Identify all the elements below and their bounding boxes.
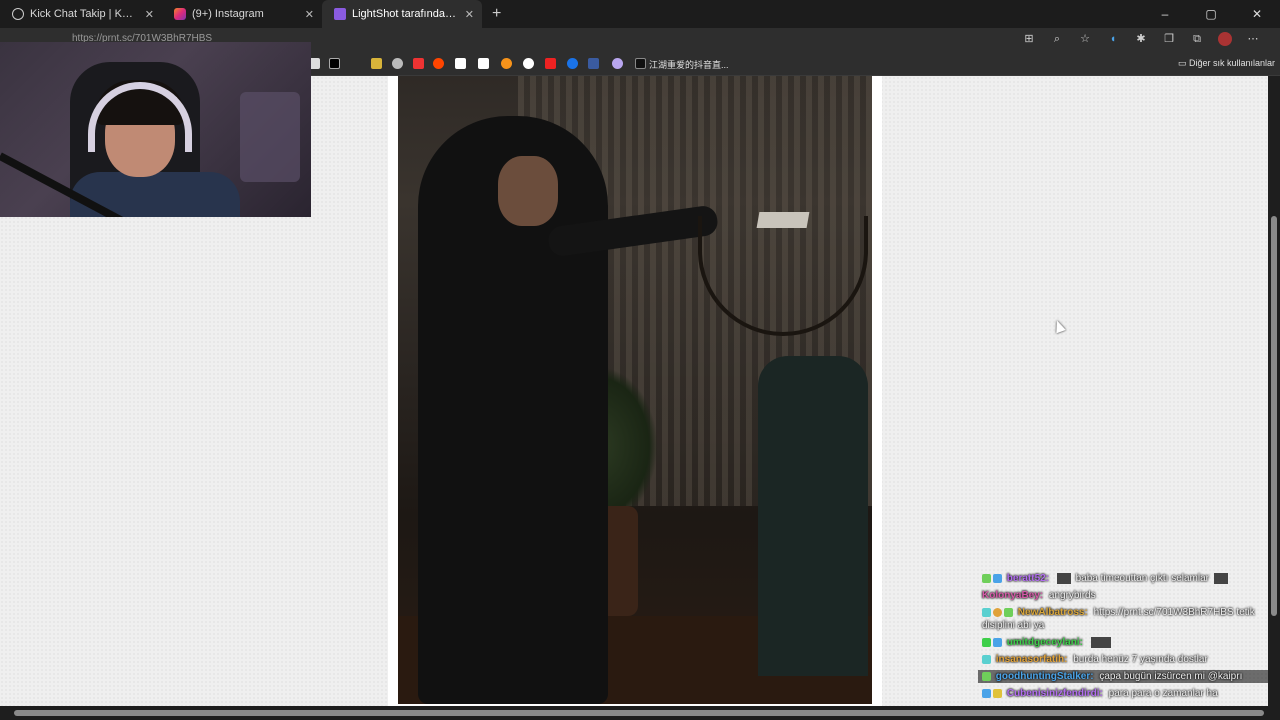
scrollbar-thumb[interactable] bbox=[14, 710, 1264, 716]
vertical-scrollbar[interactable] bbox=[1268, 76, 1280, 706]
other-bookmarks-label: Diğer sık kullanılanlar bbox=[1189, 58, 1276, 68]
tab-label: Kick Chat Takip | KokoWich bbox=[30, 8, 137, 20]
knife-blade bbox=[756, 212, 810, 228]
emote-icon bbox=[1090, 636, 1111, 648]
collections-icon[interactable]: ⧉ bbox=[1190, 32, 1204, 46]
chat-message: umitdgeceylani: bbox=[978, 636, 1268, 649]
horizontal-scrollbar[interactable] bbox=[0, 706, 1280, 720]
window-controls: – ▢ ✕ bbox=[1142, 0, 1280, 28]
chat-message: goodhuntingStalker: çapa bugün izsürcen … bbox=[978, 670, 1268, 683]
zoom-icon[interactable]: ⌕ bbox=[1050, 32, 1064, 46]
chat-username: Cubenisinizfendirdi: bbox=[1006, 688, 1103, 699]
tab-instagram[interactable]: (9+) Instagram ✕ bbox=[162, 0, 322, 28]
bookmark-icon[interactable] bbox=[501, 58, 512, 69]
emote-icon bbox=[1213, 572, 1228, 584]
close-icon[interactable]: ✕ bbox=[305, 8, 314, 21]
bookmark-icon[interactable] bbox=[588, 58, 599, 69]
chat-text: angrybirds bbox=[1048, 590, 1096, 601]
other-bookmarks-folder[interactable]: ▭ Diğer sık kullanılanlar bbox=[1178, 58, 1275, 69]
badge-icon bbox=[993, 573, 1002, 583]
close-window-button[interactable]: ✕ bbox=[1234, 0, 1280, 28]
bookmark-icon[interactable] bbox=[545, 58, 556, 69]
badge-icon bbox=[982, 573, 991, 583]
tab-kick-chat[interactable]: Kick Chat Takip | KokoWich ✕ bbox=[0, 0, 162, 28]
apps-icon[interactable]: ⊞ bbox=[1022, 32, 1036, 46]
close-icon[interactable]: ✕ bbox=[465, 8, 474, 21]
screenshot-card bbox=[388, 76, 882, 706]
chat-message: NewAlbatross: https://prnt.sc/701W3BhR7H… bbox=[978, 606, 1268, 632]
background-lamp bbox=[240, 92, 300, 182]
globe-icon bbox=[12, 8, 24, 20]
tab-strip: Kick Chat Takip | KokoWich ✕ (9+) Instag… bbox=[0, 0, 1280, 28]
badge-icon bbox=[1004, 607, 1013, 617]
lightshot-icon bbox=[334, 8, 346, 20]
maximize-button[interactable]: ▢ bbox=[1188, 0, 1234, 28]
favorites-icon[interactable]: ❐ bbox=[1162, 32, 1176, 46]
read-aloud-icon[interactable]: ◖ bbox=[1106, 32, 1120, 46]
chat-username: goodhuntingStalker: bbox=[995, 671, 1094, 682]
tab-label: LightShot tarafından Ekran Görünt bbox=[352, 8, 457, 20]
close-icon[interactable]: ✕ bbox=[145, 8, 154, 21]
chat-overlay: beratt52: baba timeouttan çıktı selamlar… bbox=[978, 572, 1268, 704]
chat-text: baba timeouttan çıktı selamlar bbox=[1075, 573, 1209, 584]
x-icon[interactable] bbox=[329, 58, 340, 69]
chat-username: insanasorfatih: bbox=[995, 654, 1068, 665]
tab-label: (9+) Instagram bbox=[192, 8, 264, 20]
badge-icon bbox=[993, 607, 1002, 617]
bookmark-label[interactable]: 江湖重爱的抖音直... bbox=[649, 58, 729, 71]
profile-avatar[interactable] bbox=[1218, 32, 1232, 46]
chat-username: beratt52: bbox=[1006, 573, 1050, 584]
badge-icon bbox=[982, 654, 991, 664]
tab-lightshot[interactable]: LightShot tarafından Ekran Görünt ✕ bbox=[322, 0, 482, 28]
badge-icon bbox=[993, 637, 1002, 647]
instagram-icon bbox=[174, 8, 186, 20]
chat-message: beratt52: baba timeouttan çıktı selamlar bbox=[978, 572, 1268, 585]
bookmark-icon[interactable] bbox=[455, 58, 466, 69]
chat-message: KolonyaBey: angrybirds bbox=[978, 589, 1268, 602]
minimize-button[interactable]: – bbox=[1142, 0, 1188, 28]
favorite-star-icon[interactable]: ☆ bbox=[1078, 32, 1092, 46]
chat-text: çapa bugün izsürcen mi @kaiprı bbox=[1099, 671, 1243, 682]
chat-message: insanasorfatih: burda henüz 7 yaşında do… bbox=[978, 653, 1268, 666]
bookmark-icon[interactable] bbox=[523, 58, 534, 69]
reddit-icon[interactable] bbox=[433, 58, 444, 69]
chat-username: KolonyaBey: bbox=[982, 590, 1044, 601]
new-tab-button[interactable]: + bbox=[492, 5, 501, 23]
chat-text: para para o zamanlar ha bbox=[1108, 688, 1218, 699]
bookmark-icon[interactable] bbox=[567, 58, 578, 69]
amazon-icon[interactable] bbox=[478, 58, 489, 69]
badge-icon bbox=[982, 688, 991, 698]
emote-icon bbox=[1056, 572, 1071, 584]
scrollbar-thumb[interactable] bbox=[1271, 216, 1277, 616]
tiktok-icon[interactable] bbox=[635, 58, 646, 69]
chat-username: NewAlbatross: bbox=[1017, 607, 1088, 618]
bookmark-icon[interactable] bbox=[392, 58, 403, 69]
person-face bbox=[498, 156, 558, 226]
mouse-cursor bbox=[1052, 318, 1066, 334]
toolbar-icons: ⊞ ⌕ ☆ ◖ ✱ ❐ ⧉ ⋯ bbox=[1022, 32, 1260, 46]
screenshot-image[interactable] bbox=[398, 76, 872, 704]
armchair bbox=[758, 356, 868, 676]
badge-icon bbox=[982, 671, 991, 681]
chat-username: umitdgeceylani: bbox=[1006, 637, 1083, 648]
extensions-icon[interactable]: ✱ bbox=[1134, 32, 1148, 46]
kick-badge-icon bbox=[982, 637, 991, 647]
badge-icon bbox=[993, 688, 1002, 698]
chat-text: burda henüz 7 yaşında dostlar bbox=[1073, 654, 1208, 665]
chat-message: Cubenisinizfendirdi: para para o zamanla… bbox=[978, 687, 1268, 700]
bookmark-icon[interactable] bbox=[612, 58, 623, 69]
menu-icon[interactable]: ⋯ bbox=[1246, 32, 1260, 46]
badge-icon bbox=[982, 607, 991, 617]
folder-icon: ▭ bbox=[1178, 58, 1190, 68]
bookmark-icon[interactable] bbox=[371, 58, 382, 69]
bookmark-icon[interactable] bbox=[413, 58, 424, 69]
webcam-overlay bbox=[0, 42, 311, 217]
